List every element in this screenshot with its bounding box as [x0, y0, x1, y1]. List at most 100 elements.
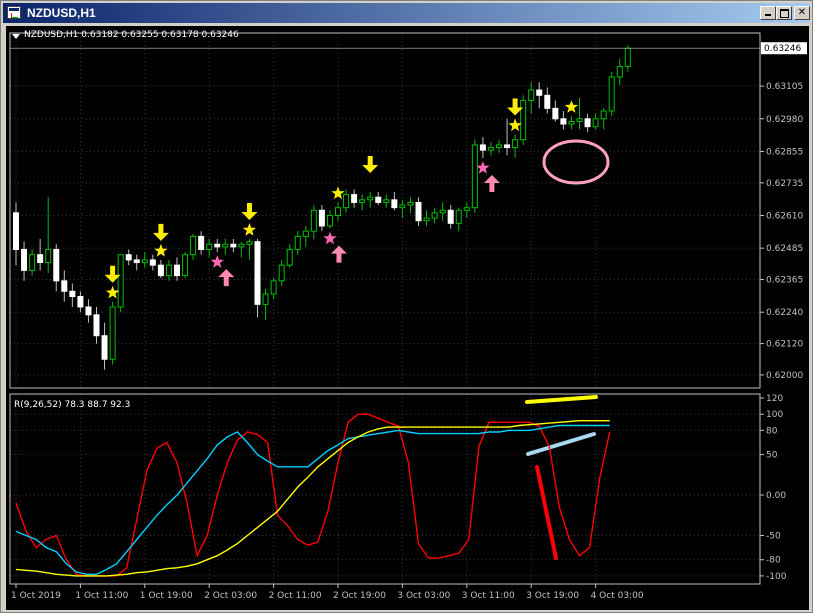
chart-canvas[interactable]: 0.63105 0.62980 0.62855 0.62735 0.62610 0.624… [6, 26, 809, 610]
close-icon: ✕ [797, 7, 807, 18]
bull-candle-body [302, 230, 309, 237]
time-tick-label: 3 Oct 03:00 [397, 591, 450, 601]
bear-candle-body [174, 264, 180, 277]
pink-star-icon [210, 255, 224, 268]
bull-candle-body [294, 235, 301, 250]
bear-candle-body [149, 259, 156, 266]
bull-candle-body [383, 199, 390, 203]
bull-candle-body [616, 66, 623, 78]
bear-candle-body [69, 290, 76, 298]
indicator-tick-label: 0.00 [766, 491, 786, 501]
bear-candle-body [101, 335, 108, 360]
bear-candle-body [375, 196, 382, 203]
time-tick-label: 2 Oct 03:00 [204, 591, 257, 601]
chart-area[interactable]: 0.63105 0.62980 0.62855 0.62735 0.62610 0.624… [6, 26, 809, 610]
yellow-down-arrow-icon [152, 223, 169, 241]
window-titlebar[interactable]: NZDUSD,H1 ✕ [3, 3, 810, 23]
bear-candle-body [552, 107, 559, 120]
price-tick-label: 0.62980 [766, 115, 803, 125]
bear-candle-body [53, 248, 60, 282]
bull-candle-body [222, 243, 229, 248]
bear-candle-body [133, 259, 140, 264]
bear-candle-body [125, 254, 132, 261]
bear-candle-body [536, 89, 543, 96]
bear-candle-body [254, 241, 261, 305]
bull-candle-body [592, 118, 599, 128]
time-tick-label: 2 Oct 19:00 [333, 591, 386, 601]
cyan-indicator-line [15, 424, 610, 575]
indicator-tick-label: -50 [766, 531, 781, 541]
indicator-panel-frame [9, 393, 761, 585]
maximize-button[interactable] [776, 6, 792, 20]
time-tick-label: 4 Oct 03:00 [591, 591, 644, 601]
pink-up-arrow-icon [218, 269, 235, 287]
bull-candle-body [399, 204, 406, 209]
indicator-lines [15, 413, 611, 577]
bear-candle-body [21, 248, 28, 271]
close-button[interactable]: ✕ [794, 6, 810, 20]
bull-candle-body [246, 241, 253, 245]
bull-candle-body [439, 209, 446, 214]
legend-dropdown-icon[interactable] [12, 34, 20, 39]
bear-candle-body [584, 118, 591, 128]
bull-candle-body [487, 147, 494, 151]
bull-candle-body [600, 110, 607, 120]
bull-candle-body [165, 264, 172, 277]
bull-candle-body [624, 47, 631, 68]
bull-candle-body [423, 217, 430, 222]
bull-candle-body [141, 259, 148, 264]
bull-candle-body [335, 207, 341, 216]
price-tick-label: 0.62610 [766, 212, 803, 222]
bear-candle-body [318, 209, 325, 227]
price-tick-label: 0.62120 [766, 340, 803, 350]
bull-candle-body [29, 254, 36, 271]
grid-layer [10, 33, 760, 584]
bear-candle-body [447, 209, 454, 224]
pink-up-arrow-icon [483, 175, 500, 192]
time-tick-label: 1 Oct 19:00 [140, 591, 193, 601]
bear-candle-body [415, 201, 422, 222]
bear-candle-body [37, 254, 44, 264]
bear-candle-body [77, 296, 84, 308]
bear-candle-body [560, 118, 567, 125]
price-tick-label: 0.62735 [766, 179, 803, 189]
minimize-icon [765, 14, 771, 16]
minimize-button[interactable] [760, 6, 776, 20]
price-tick-label: 0.62000 [766, 371, 803, 381]
bear-candle-body [479, 144, 486, 151]
bull-candle-body [520, 100, 527, 141]
bear-candle-body [61, 280, 68, 292]
bear-candle-body [391, 199, 398, 209]
bull-candle-body [407, 201, 414, 206]
bull-candle-body [471, 144, 478, 209]
price-tick-label: 0.62365 [766, 276, 803, 286]
bull-candle-body [512, 139, 519, 149]
yellow-star-icon [105, 285, 120, 299]
indicator-tick-label: 100 [766, 410, 783, 420]
current-price-label: 0.63246 [764, 44, 801, 54]
bull-candle-body [109, 306, 116, 360]
indicator-tick-label: -100 [766, 572, 787, 582]
indicator-tick-label: 80 [766, 426, 778, 436]
bear-candle-body [93, 314, 100, 337]
bull-candle-body [576, 118, 583, 122]
yellow-star-icon [242, 223, 257, 236]
bull-candle-body [455, 209, 462, 224]
bull-candle-body [262, 293, 269, 305]
time-tick-label: 3 Oct 11:00 [462, 591, 515, 601]
highlight-circle [542, 139, 610, 185]
bull-candle-body [310, 209, 317, 232]
bull-candle-body [206, 243, 213, 250]
bull-candle-body [326, 215, 333, 227]
bull-candle-body [238, 243, 245, 248]
bull-candle-body [463, 207, 470, 211]
bear-candle-body [198, 235, 205, 250]
indicator-tick-label: -80 [766, 556, 781, 566]
window-title: NZDUSD,H1 [27, 6, 96, 20]
time-tick-label: 3 Oct 19:00 [526, 591, 579, 601]
bull-candle-body [367, 196, 374, 201]
time-tick-label: 2 Oct 11:00 [269, 591, 322, 601]
yellow-trend-stroke [525, 395, 598, 404]
time-tick-label: 1 Oct 2019 [11, 591, 61, 601]
bull-candle-body [359, 199, 366, 203]
